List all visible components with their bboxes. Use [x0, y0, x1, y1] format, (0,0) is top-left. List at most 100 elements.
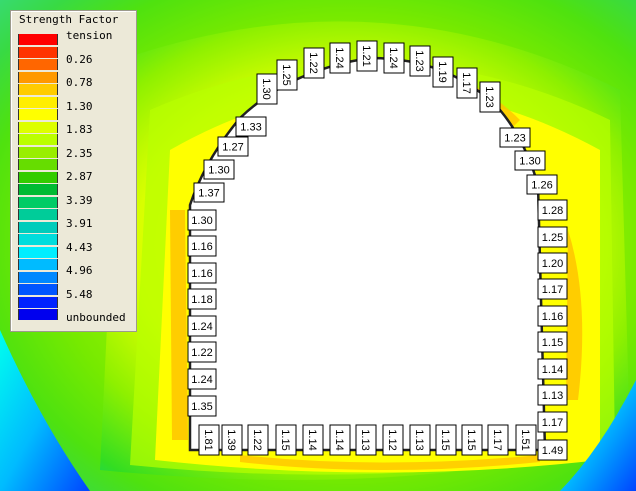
- model-viewport[interactable]: 1.81 1.39 1.22 1.15 1.14 1.14 1.13 1.12 1.13 1.15…: [0, 0, 636, 491]
- legend-label: 4.96: [66, 264, 93, 277]
- svg-text:1.13: 1.13: [359, 429, 371, 450]
- strength-value-label: 1.22: [247, 424, 269, 456]
- strength-value-label: 1.17: [487, 424, 509, 456]
- strength-value-label: 1.16: [187, 235, 217, 257]
- svg-text:1.15: 1.15: [542, 337, 563, 349]
- svg-text:1.49: 1.49: [542, 445, 563, 457]
- strength-factor-legend: Strength Factor tension 0.26 0.78 1.30 1.83 2…: [10, 10, 137, 332]
- svg-text:1.16: 1.16: [542, 311, 563, 323]
- legend-label: 3.39: [66, 193, 93, 207]
- svg-text:1.17: 1.17: [460, 72, 472, 93]
- svg-text:1.30: 1.30: [208, 165, 229, 177]
- svg-text:1.22: 1.22: [251, 429, 263, 450]
- svg-text:1.15: 1.15: [279, 429, 291, 450]
- legend-label: 3.91: [66, 217, 93, 230]
- svg-text:1.30: 1.30: [519, 156, 540, 168]
- svg-text:1.14: 1.14: [333, 429, 345, 450]
- svg-text:1.23: 1.23: [483, 86, 495, 107]
- legend-swatch: [18, 159, 58, 170]
- strength-value-label: 1.17: [456, 67, 478, 99]
- strength-value-label: 1.13: [355, 424, 377, 456]
- legend-swatch: [18, 209, 58, 220]
- legend-swatch: [18, 71, 58, 83]
- svg-text:1.12: 1.12: [386, 429, 398, 450]
- legend-swatch: [18, 246, 58, 258]
- legend-label: 1.83: [66, 123, 93, 136]
- strength-value-label: 1.22: [303, 47, 325, 79]
- legend-swatch: [18, 234, 58, 245]
- strength-value-label: 1.14: [537, 358, 568, 380]
- strength-value-label: 1.15: [435, 424, 457, 456]
- strength-value-label: 1.28: [537, 199, 568, 221]
- legend-swatch: [18, 146, 58, 158]
- strength-value-label: 1.12: [382, 424, 404, 456]
- strength-value-label: 1.17: [537, 411, 568, 433]
- strength-value-label: 1.15: [537, 331, 568, 353]
- strength-value-label: 1.23: [479, 81, 501, 113]
- strength-value-label: 1.51: [515, 424, 537, 456]
- svg-text:1.24: 1.24: [191, 321, 212, 333]
- svg-text:1.21: 1.21: [360, 45, 372, 66]
- strength-value-label: 1.14: [302, 424, 324, 456]
- strength-value-label: 1.81: [198, 424, 220, 456]
- strength-value-label: 1.35: [187, 395, 217, 417]
- strength-value-label: 1.24: [383, 42, 405, 74]
- legend-swatch: [18, 109, 58, 120]
- svg-text:1.18: 1.18: [191, 294, 212, 306]
- svg-text:1.24: 1.24: [191, 374, 212, 386]
- svg-text:1.30: 1.30: [260, 78, 272, 99]
- strength-value-label: 1.14: [329, 424, 351, 456]
- legend-label: unbounded: [66, 311, 126, 324]
- svg-text:1.51: 1.51: [519, 429, 531, 450]
- strength-value-label: 1.13: [409, 424, 431, 456]
- legend-swatch: [18, 284, 58, 295]
- svg-text:1.22: 1.22: [191, 347, 212, 359]
- legend-label: 0.78: [66, 76, 93, 89]
- strength-value-label: 1.13: [537, 384, 568, 406]
- legend-label: 5.48: [66, 287, 93, 301]
- legend-label: 2.35: [66, 146, 93, 160]
- svg-text:1.14: 1.14: [306, 429, 318, 450]
- svg-text:1.22: 1.22: [307, 52, 319, 73]
- svg-text:1.37: 1.37: [198, 188, 219, 200]
- svg-text:1.33: 1.33: [240, 122, 261, 134]
- strength-value-label: 1.17: [537, 278, 568, 300]
- svg-text:1.23: 1.23: [504, 133, 525, 145]
- legend-label: 1.30: [66, 99, 93, 113]
- svg-text:1.25: 1.25: [280, 64, 292, 85]
- svg-text:1.30: 1.30: [191, 215, 212, 227]
- legend-swatch: [18, 171, 58, 183]
- svg-text:1.13: 1.13: [413, 429, 425, 450]
- strength-value-label: 1.16: [537, 305, 568, 327]
- strength-value-label: 1.30: [203, 159, 235, 180]
- legend-swatch: [18, 184, 58, 195]
- legend-label: 0.26: [66, 52, 93, 66]
- legend-swatch: [18, 134, 58, 145]
- svg-text:1.15: 1.15: [439, 429, 451, 450]
- legend-swatch: [18, 46, 58, 58]
- svg-text:1.16: 1.16: [191, 268, 212, 280]
- contour-band-orange-left: [170, 210, 188, 440]
- svg-text:1.14: 1.14: [542, 364, 563, 376]
- strength-value-label: 1.26: [526, 174, 558, 195]
- strength-value-label: 1.15: [275, 424, 297, 456]
- svg-text:1.17: 1.17: [491, 429, 503, 450]
- strength-value-label: 1.16: [187, 262, 217, 284]
- legend-swatch: [18, 84, 58, 95]
- svg-text:1.35: 1.35: [191, 401, 212, 413]
- strength-value-label: 1.30: [256, 73, 278, 105]
- legend-swatch: [18, 296, 58, 308]
- strength-value-label: 1.18: [187, 288, 217, 310]
- strength-value-label: 1.39: [221, 424, 243, 456]
- strength-value-label: 1.33: [235, 116, 267, 137]
- svg-text:1.25: 1.25: [542, 232, 563, 244]
- legend-swatch: [18, 96, 58, 108]
- legend-label: 4.43: [66, 240, 93, 254]
- strength-value-label: 1.23: [409, 45, 431, 77]
- svg-text:1.17: 1.17: [542, 284, 563, 296]
- strength-value-label: 1.20: [537, 252, 568, 274]
- strength-value-label: 1.24: [187, 368, 217, 390]
- strength-value-label: 1.21: [356, 40, 378, 72]
- legend-swatch: [18, 271, 58, 283]
- svg-text:1.28: 1.28: [542, 205, 563, 217]
